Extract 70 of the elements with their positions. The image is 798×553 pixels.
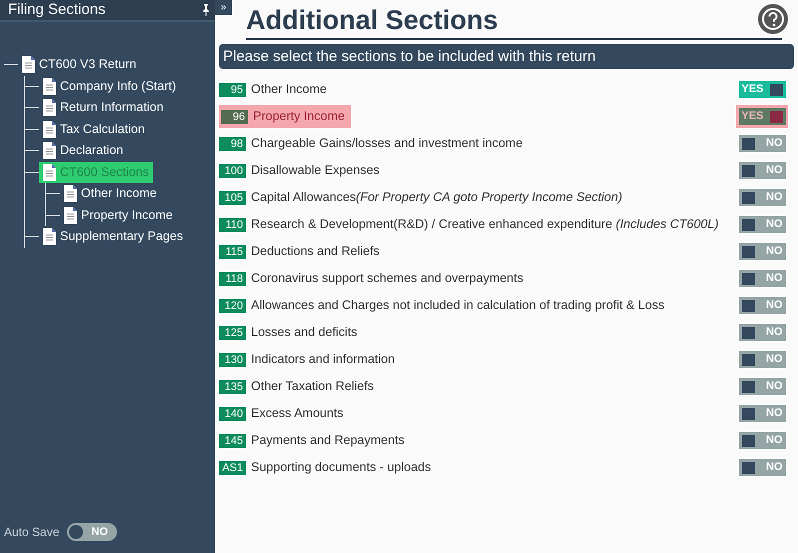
section-code-badge: 95	[219, 82, 246, 96]
section-code-badge: 140	[219, 406, 246, 420]
section-toggle[interactable]: NO	[738, 405, 786, 422]
document-icon	[43, 164, 56, 181]
section-code-badge: 118	[219, 272, 246, 286]
section-toggle[interactable]: YES	[738, 81, 786, 98]
section-toggle[interactable]: NO	[738, 135, 786, 152]
section-label: Supporting documents - uploads	[251, 459, 431, 476]
document-icon	[43, 228, 56, 246]
section-label: Indicators and information	[251, 351, 395, 368]
tree-item[interactable]: Tax Calculation	[39, 118, 149, 140]
section-label: Disallowable Expenses	[251, 162, 380, 180]
document-icon	[22, 56, 35, 74]
document-icon	[43, 120, 56, 138]
section-toggle[interactable]: NO	[738, 297, 786, 314]
section-toggle[interactable]: NO	[738, 351, 786, 368]
section-toggle[interactable]: NO	[738, 189, 786, 206]
section-toggle[interactable]: NO	[738, 270, 786, 287]
document-icon	[43, 78, 56, 95]
section-label: Other Income	[251, 81, 327, 98]
section-label: Losses and deficits	[251, 324, 358, 342]
section-toggle[interactable]: NO	[738, 243, 786, 260]
instruction-banner: Please select the sections to be included with this return	[219, 44, 794, 69]
sidebar-title: Filing Sections	[8, 0, 107, 20]
tree-item[interactable]: CT600 V3 Return	[18, 54, 140, 76]
section-code-badge: 110	[219, 218, 246, 232]
tree-item[interactable]: Supplementary Pages	[39, 226, 187, 248]
section-code-badge: 115	[219, 244, 246, 258]
section-label: Capital Allowances(For Property CA goto Property Income Section)	[251, 189, 622, 206]
section-label: Chargeable Gains/losses and investment income	[251, 135, 523, 152]
section-toggle[interactable]: NO	[738, 432, 786, 449]
tree-item[interactable]: Declaration	[39, 140, 128, 162]
auto-save-label: Auto Save	[4, 524, 60, 541]
document-icon	[43, 142, 56, 160]
tree-item[interactable]: Return Information	[39, 97, 168, 118]
section-label: Other Taxation Reliefs	[251, 378, 374, 396]
tree-item[interactable]: Other Income	[60, 183, 161, 204]
section-label: Property Income	[253, 108, 345, 126]
section-label: Research & Development(R&D) / Creative enhanced expenditure (Includes CT600L)	[251, 216, 719, 234]
section-toggle[interactable]: NO	[738, 378, 786, 395]
section-code-badge: 100	[219, 164, 246, 178]
document-icon	[43, 99, 56, 116]
pin-icon[interactable]	[201, 4, 211, 16]
section-code-badge: AS1	[219, 460, 246, 474]
section-toggle[interactable]: NO	[738, 324, 786, 341]
section-label: Excess Amounts	[251, 405, 344, 422]
section-toggle[interactable]: NO	[738, 162, 786, 179]
section-label: Allowances and Charges not included in calculation of trading profit & Loss	[251, 297, 664, 314]
tree-item[interactable]: CT600 Sections	[39, 162, 153, 183]
auto-save-toggle[interactable]: NO	[67, 523, 118, 541]
tree-item[interactable]: Property Income	[60, 204, 177, 226]
document-icon	[64, 206, 77, 224]
section-code-badge: 130	[219, 352, 246, 366]
document-icon	[64, 185, 77, 202]
section-code-badge: 98	[219, 136, 246, 150]
section-label: Coronavirus support schemes and overpayments	[251, 270, 524, 288]
section-code-badge: 120	[219, 298, 246, 312]
help-icon[interactable]	[758, 4, 788, 34]
section-toggle[interactable]: YES	[738, 108, 786, 125]
section-code-badge: 96	[221, 110, 248, 124]
section-label: Payments and Repayments	[251, 432, 405, 450]
section-code-badge: 135	[219, 380, 246, 394]
section-code-badge: 125	[219, 326, 246, 340]
tree-item[interactable]: Company Info (Start)	[39, 76, 180, 97]
section-code-badge: 145	[219, 434, 246, 448]
section-label: Deductions and Reliefs	[251, 243, 380, 260]
section-toggle[interactable]: NO	[738, 459, 786, 476]
section-toggle[interactable]: NO	[738, 216, 786, 233]
section-code-badge: 105	[219, 190, 246, 204]
collapse-button[interactable]: »	[215, 0, 232, 15]
